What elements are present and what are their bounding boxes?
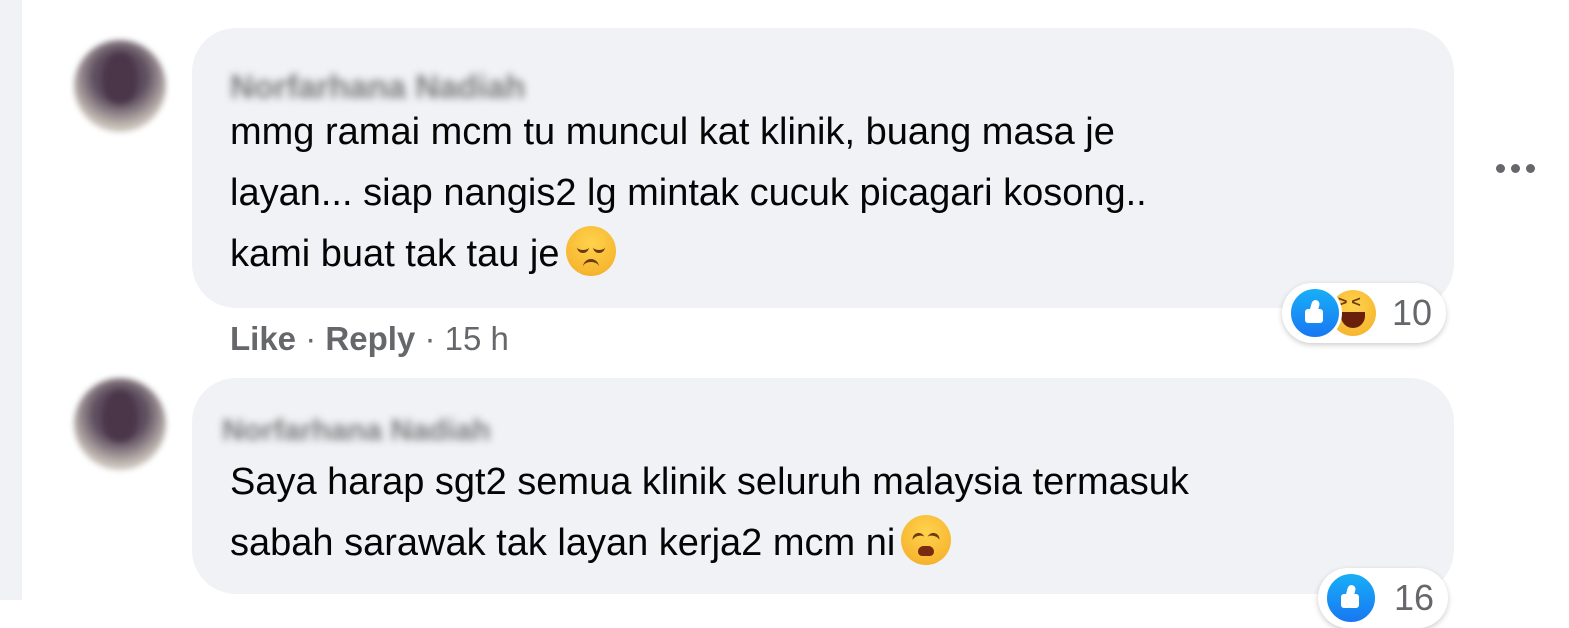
like-reaction-icon — [1324, 571, 1378, 625]
reaction-summary[interactable]: 10 — [1282, 283, 1447, 343]
avatar[interactable] — [74, 40, 166, 132]
relieved-face-emoji-icon — [565, 226, 616, 276]
comment-line-last: kami buat tak tau je — [230, 224, 1147, 285]
comment-line: mmg ramai mcm tu muncul kat klinik, buan… — [230, 111, 1115, 153]
reply-link[interactable]: Reply — [325, 320, 415, 357]
reaction-count: 10 — [1392, 292, 1433, 333]
feed-left-border — [0, 0, 22, 600]
comment-actions: Like · Reply · 15 h — [230, 320, 509, 358]
comment-line-text: sabah sarawak tak layan kerja2 mcm ni — [230, 522, 896, 564]
comment-author[interactable]: Norfarhana Nadiah — [222, 414, 490, 448]
like-link[interactable]: Like — [230, 320, 296, 357]
separator: · — [305, 320, 317, 357]
reaction-count: 16 — [1394, 577, 1435, 618]
reaction-summary[interactable]: 16 — [1318, 568, 1449, 628]
more-options-icon[interactable] — [1490, 158, 1540, 178]
comment-line-text: kami buat tak tau je — [230, 233, 560, 275]
comment-line-last: sabah sarawak tak layan kerja2 mcm ni — [230, 513, 1189, 574]
comment-text: mmg ramai mcm tu muncul kat klinik, buan… — [230, 102, 1147, 285]
like-reaction-icon — [1288, 286, 1342, 340]
weary-face-emoji-icon — [901, 515, 952, 565]
comment-bubble: Norfarhana Nadiah mmg ramai mcm tu muncu… — [192, 28, 1454, 308]
comment-timestamp[interactable]: 15 h — [445, 320, 509, 357]
comment-line: layan... siap nangis2 lg mintak cucuk pi… — [230, 172, 1147, 214]
separator: · — [424, 320, 436, 357]
comment-line: Saya harap sgt2 semua klinik seluruh mal… — [230, 461, 1189, 503]
comment-text: Saya harap sgt2 semua klinik seluruh mal… — [230, 452, 1189, 574]
comment-author[interactable]: Norfarhana Nadiah — [230, 68, 525, 106]
comment-bubble: Norfarhana Nadiah Saya harap sgt2 semua … — [192, 378, 1454, 594]
avatar[interactable] — [74, 378, 166, 470]
